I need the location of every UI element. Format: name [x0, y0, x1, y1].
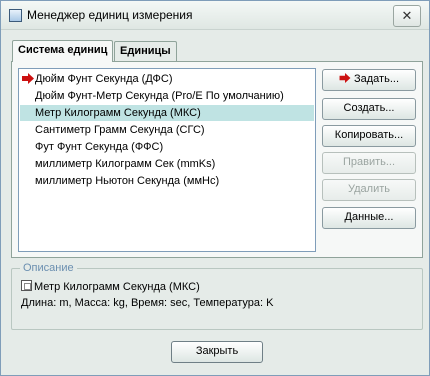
set-button-label: Задать... — [354, 73, 399, 85]
tab-unit-systems[interactable]: Система единиц — [12, 40, 114, 62]
list-item[interactable]: Сантиметр Грамм Секунда (СГС) — [20, 122, 314, 138]
delete-button[interactable]: Удалить — [322, 179, 416, 201]
list-item-selected[interactable]: Метр Килограмм Секунда (МКС) — [20, 105, 314, 121]
description-legend: Описание — [20, 262, 77, 274]
description-name-row: Метр Килограмм Секунда (МКС) — [21, 280, 200, 293]
unit-systems-panel: Дюйм Фунт Секунда (ДФС) Дюйм Фунт-Метр С… — [11, 61, 423, 258]
close-button[interactable]: Закрыть — [171, 341, 263, 363]
list-item-label: Дюйм Фунт-Метр Секунда (Pro/E По умолчан… — [35, 90, 284, 102]
unit-system-icon — [21, 280, 32, 291]
list-item[interactable]: миллиметр Ньютон Секунда (ммНс) — [20, 173, 314, 189]
copy-button[interactable]: Копировать... — [322, 125, 416, 147]
data-button[interactable]: Данные... — [322, 207, 416, 229]
list-item-label: Дюйм Фунт Секунда (ДФС) — [35, 73, 173, 85]
current-system-arrow-icon — [22, 73, 34, 84]
set-arrow-icon — [339, 73, 351, 83]
list-item-label: Метр Килограмм Секунда (МКС) — [35, 107, 201, 119]
list-item[interactable]: Дюйм Фунт Секунда (ДФС) — [20, 71, 314, 87]
title-bar: Менеджер единиц измерения ✕ — [1, 1, 429, 30]
list-item-label: Фут Фунт Секунда (ФФС) — [35, 141, 164, 153]
list-item[interactable]: миллиметр Килограмм Сек (mmKs) — [20, 156, 314, 172]
tab-units[interactable]: Единицы — [114, 41, 177, 61]
list-item-label: Сантиметр Грамм Секунда (СГС) — [35, 124, 205, 136]
set-button[interactable]: Задать... — [322, 69, 416, 91]
description-name: Метр Килограмм Секунда (МКС) — [34, 281, 200, 293]
list-item-label: миллиметр Килограмм Сек (mmKs) — [35, 158, 216, 170]
edit-button[interactable]: Править... — [322, 152, 416, 174]
unit-manager-dialog: Менеджер единиц измерения ✕ Система един… — [0, 0, 430, 376]
create-button[interactable]: Создать... — [322, 98, 416, 120]
list-item[interactable]: Дюйм Фунт-Метр Секунда (Pro/E По умолчан… — [20, 88, 314, 104]
window-icon — [9, 9, 22, 22]
unit-system-list[interactable]: Дюйм Фунт Секунда (ДФС) Дюйм Фунт-Метр С… — [18, 68, 316, 252]
window-title: Менеджер единиц измерения — [27, 8, 193, 22]
description-details: Длина: m, Масса: kg, Время: sec, Темпера… — [21, 297, 274, 309]
description-group: Описание Метр Килограмм Секунда (МКС) Дл… — [11, 262, 423, 330]
list-item-label: миллиметр Ньютон Секунда (ммНс) — [35, 175, 220, 187]
list-item[interactable]: Фут Фунт Секунда (ФФС) — [20, 139, 314, 155]
close-icon: ✕ — [401, 8, 413, 23]
window-close-button[interactable]: ✕ — [393, 5, 421, 27]
